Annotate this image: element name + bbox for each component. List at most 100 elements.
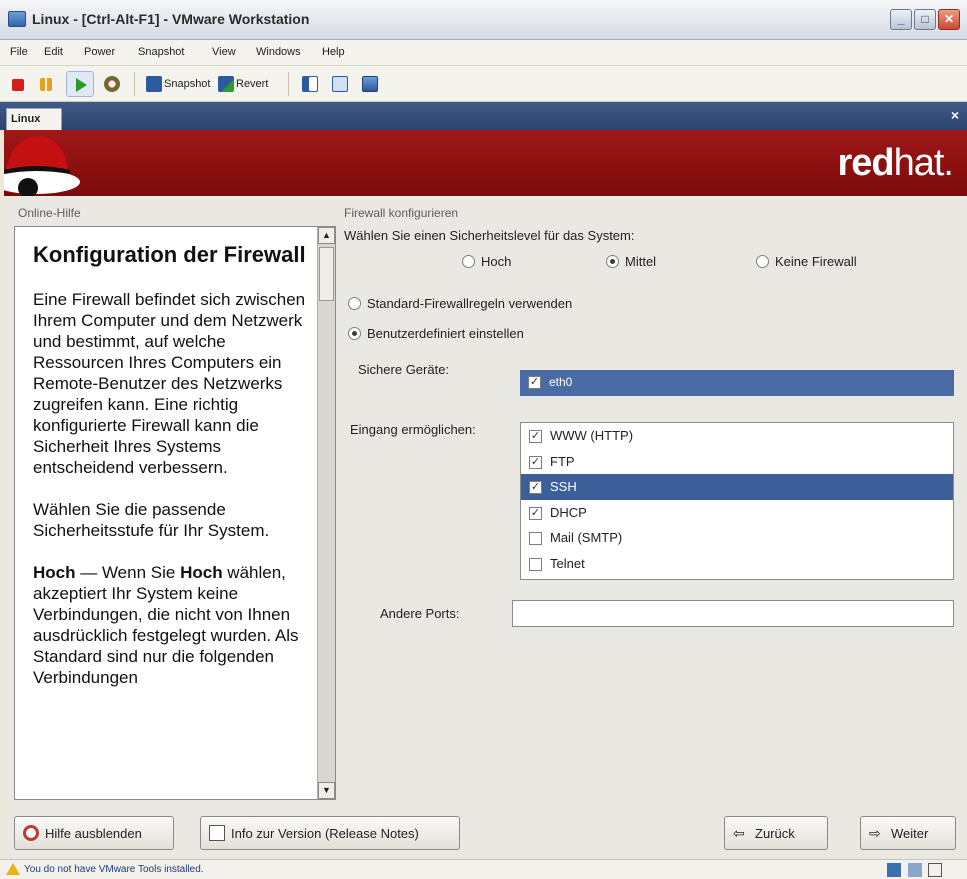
cdrom-icon[interactable]: [907, 863, 922, 877]
window-title-bar[interactable]: Linux - [Ctrl-Alt-F1] - VMware Workstati…: [0, 0, 967, 40]
maximize-button[interactable]: □: [914, 9, 936, 30]
radio-indicator: [348, 297, 361, 310]
close-window-button[interactable]: ✕: [938, 9, 960, 30]
play-icon: [76, 78, 87, 92]
release-notes-button[interactable]: Info zur Version (Release Notes): [200, 816, 460, 850]
help-panel[interactable]: Konfiguration der Firewall Eine Firewall…: [14, 226, 336, 800]
arrow-right-icon: ⇨: [869, 825, 881, 841]
allow-incoming-label: Eingang ermöglichen:: [350, 422, 476, 437]
power-on-button[interactable]: [66, 71, 94, 97]
device-tray[interactable]: [887, 863, 957, 877]
arrow-left-icon: ⇦: [733, 825, 745, 841]
other-ports-label: Andere Ports:: [380, 606, 460, 621]
close-tab-icon[interactable]: ×: [951, 107, 959, 123]
checkbox[interactable]: ✓: [529, 506, 542, 520]
redhat-banner: redhat.: [4, 130, 967, 196]
full-screen-button[interactable]: [332, 75, 348, 93]
scroll-thumb[interactable]: [319, 247, 334, 301]
menu-bar: File Edit Power Snapshot View Windows He…: [0, 40, 967, 66]
checkbox[interactable]: ✓: [529, 430, 542, 444]
quick-switch-button[interactable]: [302, 75, 318, 93]
help-section-title: Online-Hilfe: [18, 206, 81, 220]
list-item-dhcp[interactable]: ✓ DHCP: [521, 500, 953, 526]
radio-level-hoch[interactable]: Hoch: [462, 254, 511, 269]
menu-windows[interactable]: Windows: [256, 46, 301, 58]
shadowman-logo-icon: [4, 136, 80, 196]
list-item-ssh[interactable]: ✓ SSH: [521, 474, 953, 500]
floppy-drive-icon[interactable]: [928, 863, 943, 877]
help-paragraph: Hoch — Wenn Sie Hoch wählen, akzeptiert …: [33, 563, 299, 687]
button-bar: Hilfe ausblenden Info zur Version (Relea…: [4, 810, 967, 859]
checkbox[interactable]: [529, 532, 542, 546]
monitor-icon: [362, 75, 378, 92]
radio-indicator: [348, 327, 361, 340]
list-item-telnet[interactable]: Telnet: [521, 551, 953, 577]
radio-level-keine-firewall[interactable]: Keine Firewall: [756, 254, 857, 269]
list-item-www[interactable]: ✓ WWW (HTTP): [521, 423, 953, 449]
menu-file[interactable]: File: [10, 46, 28, 58]
radio-indicator: [462, 255, 475, 268]
help-scrollbar[interactable]: ▲ ▼: [317, 227, 335, 799]
floppy-icon: [146, 75, 162, 92]
stop-icon: [12, 78, 24, 91]
menu-help[interactable]: Help: [322, 46, 345, 58]
menu-view[interactable]: View: [212, 46, 236, 58]
network-icon[interactable]: [887, 863, 901, 877]
revert-icon: [218, 75, 234, 92]
toolbar-separator: [288, 72, 289, 96]
minimize-button[interactable]: _: [890, 9, 912, 30]
firewall-config-panel: Firewall konfigurieren Wählen Sie einen …: [344, 206, 964, 806]
help-heading: Konfiguration der Firewall: [33, 242, 306, 267]
guest-screen[interactable]: redhat. Online-Hilfe Konfiguration der F…: [4, 130, 967, 859]
radio-indicator: [606, 255, 619, 268]
snapshot-label: Snapshot: [164, 77, 211, 90]
menu-edit[interactable]: Edit: [44, 46, 63, 58]
window-icon: [302, 75, 318, 92]
fullscreen-icon: [332, 75, 348, 92]
list-item-ftp[interactable]: ✓ FTP: [521, 449, 953, 475]
list-item-mail-smtp[interactable]: Mail (SMTP): [521, 525, 953, 551]
security-level-prompt: Wählen Sie einen Sicherheitslevel für da…: [344, 228, 635, 243]
power-off-button[interactable]: [12, 75, 24, 93]
toolbar-separator: [134, 72, 135, 96]
lifebuoy-icon: [23, 825, 39, 841]
warning-icon: [6, 863, 20, 875]
back-button[interactable]: ⇦ Zurück: [724, 816, 828, 850]
radio-standard-rules[interactable]: Standard-Firewallregeln verwenden: [348, 296, 572, 311]
radio-level-mittel[interactable]: Mittel: [606, 254, 656, 269]
revert-button[interactable]: Revert: [218, 75, 268, 93]
help-paragraph: Eine Firewall befindet sich zwischen Ihr…: [33, 290, 306, 477]
scroll-up-button[interactable]: ▲: [318, 227, 335, 244]
vmware-tools-message[interactable]: You do not have VMware Tools installed.: [24, 864, 204, 875]
suspend-button[interactable]: [40, 75, 52, 93]
reset-icon: [104, 75, 120, 92]
next-button[interactable]: ⇨ Weiter: [860, 816, 956, 850]
status-bar: You do not have VMware Tools installed.: [0, 859, 967, 879]
menu-snapshot[interactable]: Snapshot: [138, 46, 184, 58]
trusted-devices-list[interactable]: ✓ eth0: [520, 370, 954, 396]
document-icon: [209, 825, 225, 841]
window-title: Linux - [Ctrl-Alt-F1] - VMware Workstati…: [32, 11, 310, 27]
toolbar: Snapshot Revert: [0, 66, 967, 102]
vmware-app-icon: [8, 11, 26, 27]
help-text: Konfiguration der Firewall Eine Firewall…: [33, 241, 313, 709]
radio-indicator: [756, 255, 769, 268]
help-paragraph: Wählen Sie die passende Sicherheitsstufe…: [33, 500, 270, 540]
other-ports-input[interactable]: [512, 600, 954, 627]
hide-help-button[interactable]: Hilfe ausblenden: [14, 816, 174, 850]
checkbox-eth0[interactable]: ✓: [528, 376, 541, 390]
checkbox[interactable]: ✓: [529, 455, 542, 469]
allow-incoming-list[interactable]: ✓ WWW (HTTP) ✓ FTP ✓ SSH ✓ DHCP Mail (SMTP) …: [520, 422, 954, 580]
vm-tab-linux[interactable]: Linux: [6, 108, 62, 130]
vm-tab-bar: Linux ×: [0, 102, 967, 130]
trusted-devices-label: Sichere Geräte:: [358, 362, 450, 377]
reset-button[interactable]: [104, 75, 120, 93]
checkbox[interactable]: ✓: [529, 481, 542, 495]
radio-custom-rules[interactable]: Benutzerdefiniert einstellen: [348, 326, 524, 341]
snapshot-button[interactable]: Snapshot: [146, 75, 210, 93]
pause-icon: [40, 78, 52, 92]
scroll-down-button[interactable]: ▼: [318, 782, 335, 799]
checkbox[interactable]: [529, 557, 542, 571]
menu-power[interactable]: Power: [84, 46, 115, 58]
summary-button[interactable]: [362, 75, 378, 93]
